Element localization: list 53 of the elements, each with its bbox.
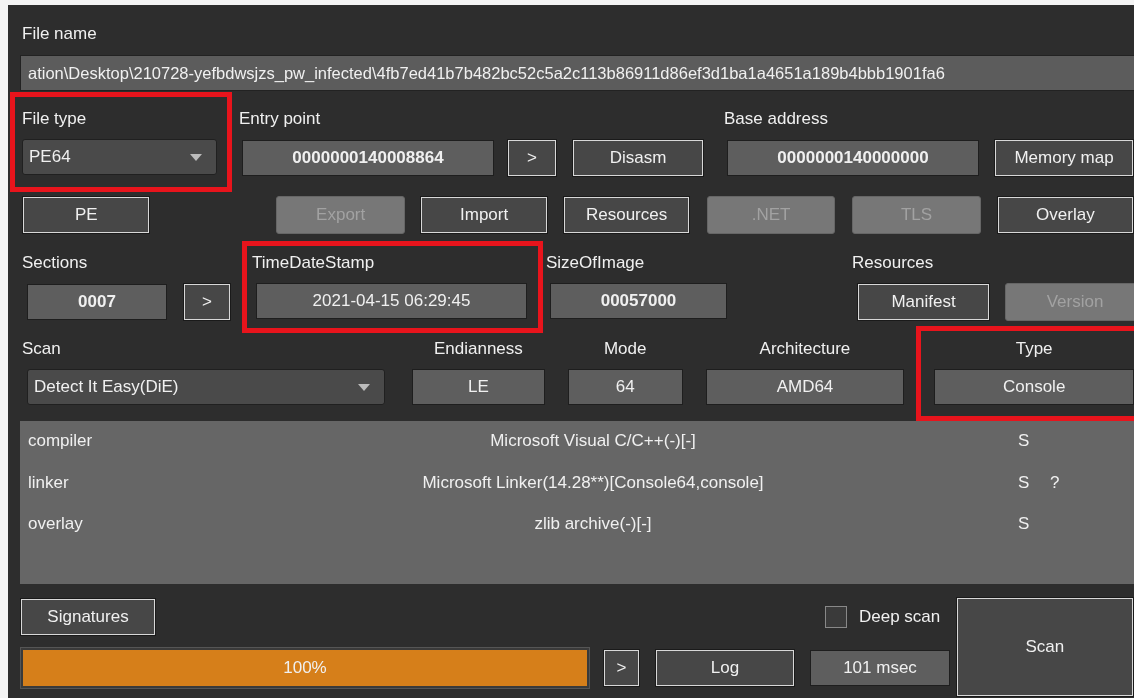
result-info-link[interactable]: ? (1050, 472, 1060, 492)
info-button[interactable]: Resources (563, 196, 690, 234)
field-label: Scan (22, 338, 62, 360)
field-label: Type (1014, 338, 1054, 360)
signatures-button[interactable]: Signatures (20, 598, 156, 636)
log-button[interactable]: Log (655, 649, 795, 687)
property-field: 64 (567, 369, 683, 405)
property-field: Console (934, 369, 1134, 405)
deep-scan-checkbox[interactable]: Deep scan (825, 606, 941, 628)
result-name: Microsoft Linker(14.28**)[Console64,console] (421, 472, 765, 493)
log-arrow-button[interactable]: > (603, 649, 640, 687)
result-name: Microsoft Visual C/C++(-)[-] (489, 431, 697, 451)
entry-point-field: 0000000140008864 (242, 140, 494, 176)
field-label: Architecture (758, 338, 852, 360)
result-type: compiler (28, 431, 94, 451)
caret-icon (358, 383, 370, 391)
result-name: zlib archive(-)[-] (533, 514, 653, 534)
field-label: Entry point (239, 108, 322, 130)
field-label: Sections (22, 252, 89, 274)
field-label: File name (22, 23, 98, 45)
resource-button[interactable]: Manifest (857, 283, 990, 321)
caret-icon (190, 153, 202, 161)
entry-point-button[interactable]: Disasm (572, 139, 704, 177)
property-field: LE (412, 369, 545, 405)
info-button[interactable]: Overlay (996, 196, 1134, 234)
sections-field: 0007 (27, 284, 167, 320)
size-of-image-field: 00057000 (550, 283, 727, 319)
base-address-field: 0000000140000000 (727, 140, 979, 176)
sections-button[interactable]: > (183, 283, 231, 321)
field-label: Mode (602, 338, 648, 360)
progress-text: 100% (282, 657, 328, 679)
field-label: Base address (724, 108, 829, 130)
elapsed-time: 101 msec (810, 650, 950, 686)
field-label: TimeDateStamp (252, 252, 376, 274)
info-button[interactable]: Import (419, 196, 549, 234)
field-label: Resources (852, 252, 935, 274)
file-name-field[interactable]: ation\Desktop\210728-yefbdwsjzs_pw_infected\4fb7ed41b7b482bc52c5a2c113b86911d86ef3d1ba1a4651a189b4bbb1901fa6 (20, 55, 1134, 91)
field-label: File type (22, 108, 88, 130)
field-label: SizeOfImage (546, 252, 646, 274)
memory-map-button[interactable]: Memory map (994, 139, 1134, 177)
scan-engine-dropdown[interactable]: Detect It Easy(DiE) (27, 369, 385, 405)
field-label: Endianness (432, 338, 524, 360)
scan-button[interactable]: Scan (955, 597, 1134, 697)
info-button[interactable]: PE (22, 196, 151, 234)
timestamp-field: 2021-04-15 06:29:45 (256, 283, 527, 319)
result-source-label: S (1018, 472, 1031, 493)
result-source-label: S (1018, 514, 1031, 534)
result-type: linker (28, 472, 70, 493)
file-type-dropdown[interactable]: PE64 (22, 139, 217, 175)
property-field: AMD64 (705, 369, 905, 405)
result-type: overlay (28, 514, 84, 534)
result-source-label: S (1018, 431, 1031, 451)
entry-point-button[interactable]: > (507, 139, 557, 177)
